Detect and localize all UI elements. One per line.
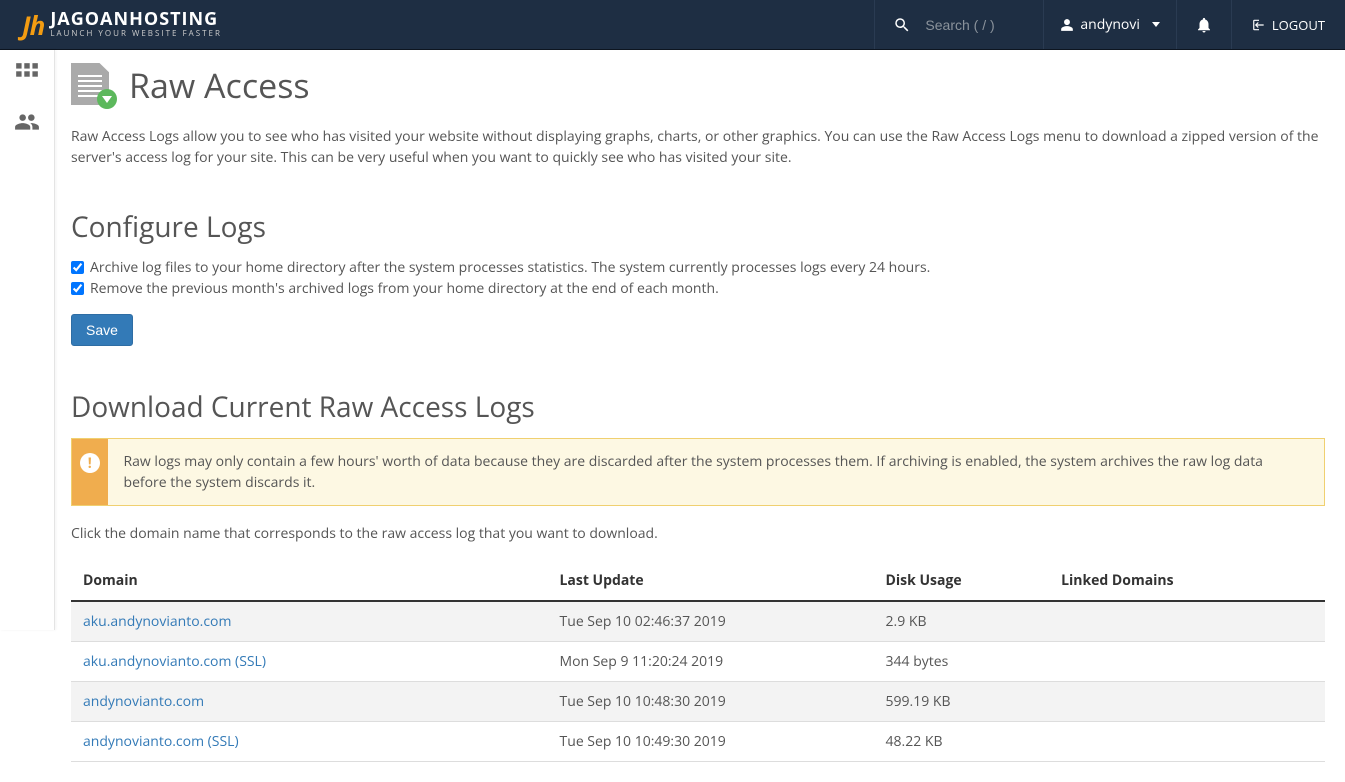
domains-table: Domain Last Update Disk Usage Linked Dom… bbox=[71, 561, 1325, 762]
configure-heading: Configure Logs bbox=[71, 208, 1325, 246]
table-row: aku.andynovianto.com (SSL) Mon Sep 9 11:2… bbox=[71, 642, 1325, 682]
grid-icon bbox=[12, 61, 42, 87]
user-menu[interactable]: andynovi bbox=[1043, 0, 1175, 49]
topbar: Jh JAGOANHOSTING LAUNCH YOUR WEBSITE FAS… bbox=[0, 0, 1345, 50]
table-row: andynovianto.com (SSL) Tue Sep 10 10:49:3… bbox=[71, 722, 1325, 762]
brand-name: JAGOANHOSTING bbox=[50, 10, 222, 28]
table-row: aku.andynovianto.com Tue Sep 10 02:46:37 … bbox=[71, 601, 1325, 642]
domain-link[interactable]: andynovianto.com bbox=[83, 692, 204, 711]
cell-last-update: Mon Sep 9 11:20:24 2019 bbox=[548, 642, 874, 682]
users-icon bbox=[12, 109, 42, 135]
cell-linked-domains bbox=[1049, 601, 1325, 642]
cell-last-update: Tue Sep 10 02:46:37 2019 bbox=[548, 601, 874, 642]
download-heading: Download Current Raw Access Logs bbox=[71, 388, 1325, 426]
notifications-button[interactable] bbox=[1176, 0, 1231, 49]
raw-access-icon bbox=[71, 63, 115, 107]
cell-disk-usage: 344 bytes bbox=[874, 642, 1050, 682]
col-disk-usage[interactable]: Disk Usage bbox=[874, 561, 1050, 601]
table-row: andynovianto.com Tue Sep 10 10:48:30 2019… bbox=[71, 682, 1325, 722]
search-area[interactable] bbox=[874, 0, 1043, 49]
download-hint: Click the domain name that corresponds t… bbox=[71, 524, 1325, 543]
brand-logo[interactable]: Jh JAGOANHOSTING LAUNCH YOUR WEBSITE FAS… bbox=[0, 0, 240, 49]
col-last-update[interactable]: Last Update bbox=[548, 561, 874, 601]
logout-icon bbox=[1252, 18, 1266, 32]
sidebar-apps-button[interactable] bbox=[11, 60, 43, 88]
search-icon bbox=[893, 16, 911, 34]
warning-text: Raw logs may only contain a few hours' w… bbox=[108, 439, 1325, 505]
cell-linked-domains bbox=[1049, 682, 1325, 722]
main-content: Raw Access Raw Access Logs allow you to … bbox=[55, 50, 1345, 782]
col-domain[interactable]: Domain bbox=[71, 561, 548, 601]
bell-icon bbox=[1195, 16, 1213, 34]
cell-linked-domains bbox=[1049, 642, 1325, 682]
user-icon bbox=[1060, 18, 1074, 32]
warning-icon: ! bbox=[80, 453, 100, 473]
col-linked-domains[interactable]: Linked Domains bbox=[1049, 561, 1325, 601]
username: andynovi bbox=[1080, 15, 1139, 34]
cell-disk-usage: 2.9 KB bbox=[874, 601, 1050, 642]
logo-mark: Jh bbox=[22, 7, 44, 43]
remove-label: Remove the previous month's archived log… bbox=[90, 279, 719, 298]
sidebar-users-button[interactable] bbox=[11, 108, 43, 136]
cell-linked-domains bbox=[1049, 722, 1325, 762]
domain-link[interactable]: andynovianto.com (SSL) bbox=[83, 732, 239, 751]
remove-checkbox[interactable] bbox=[71, 282, 84, 295]
page-header: Raw Access bbox=[71, 62, 1325, 108]
cell-last-update: Tue Sep 10 10:48:30 2019 bbox=[548, 682, 874, 722]
intro-text: Raw Access Logs allow you to see who has… bbox=[71, 126, 1325, 168]
archive-checkbox[interactable] bbox=[71, 261, 84, 274]
search-input[interactable] bbox=[925, 17, 1025, 33]
domain-link[interactable]: aku.andynovianto.com (SSL) bbox=[83, 652, 266, 671]
cell-disk-usage: 48.22 KB bbox=[874, 722, 1050, 762]
brand-tagline: LAUNCH YOUR WEBSITE FASTER bbox=[50, 28, 222, 39]
domain-link[interactable]: aku.andynovianto.com bbox=[83, 612, 231, 631]
warning-alert: ! Raw logs may only contain a few hours'… bbox=[71, 438, 1325, 506]
chevron-down-icon bbox=[1152, 22, 1160, 27]
page-title: Raw Access bbox=[129, 62, 310, 108]
cell-disk-usage: 599.19 KB bbox=[874, 682, 1050, 722]
sidebar bbox=[0, 50, 55, 630]
archive-label: Archive log files to your home directory… bbox=[90, 258, 930, 277]
cell-last-update: Tue Sep 10 10:49:30 2019 bbox=[548, 722, 874, 762]
save-button[interactable]: Save bbox=[71, 314, 133, 346]
logout-button[interactable]: LOGOUT bbox=[1231, 0, 1345, 49]
logout-label: LOGOUT bbox=[1272, 16, 1325, 34]
